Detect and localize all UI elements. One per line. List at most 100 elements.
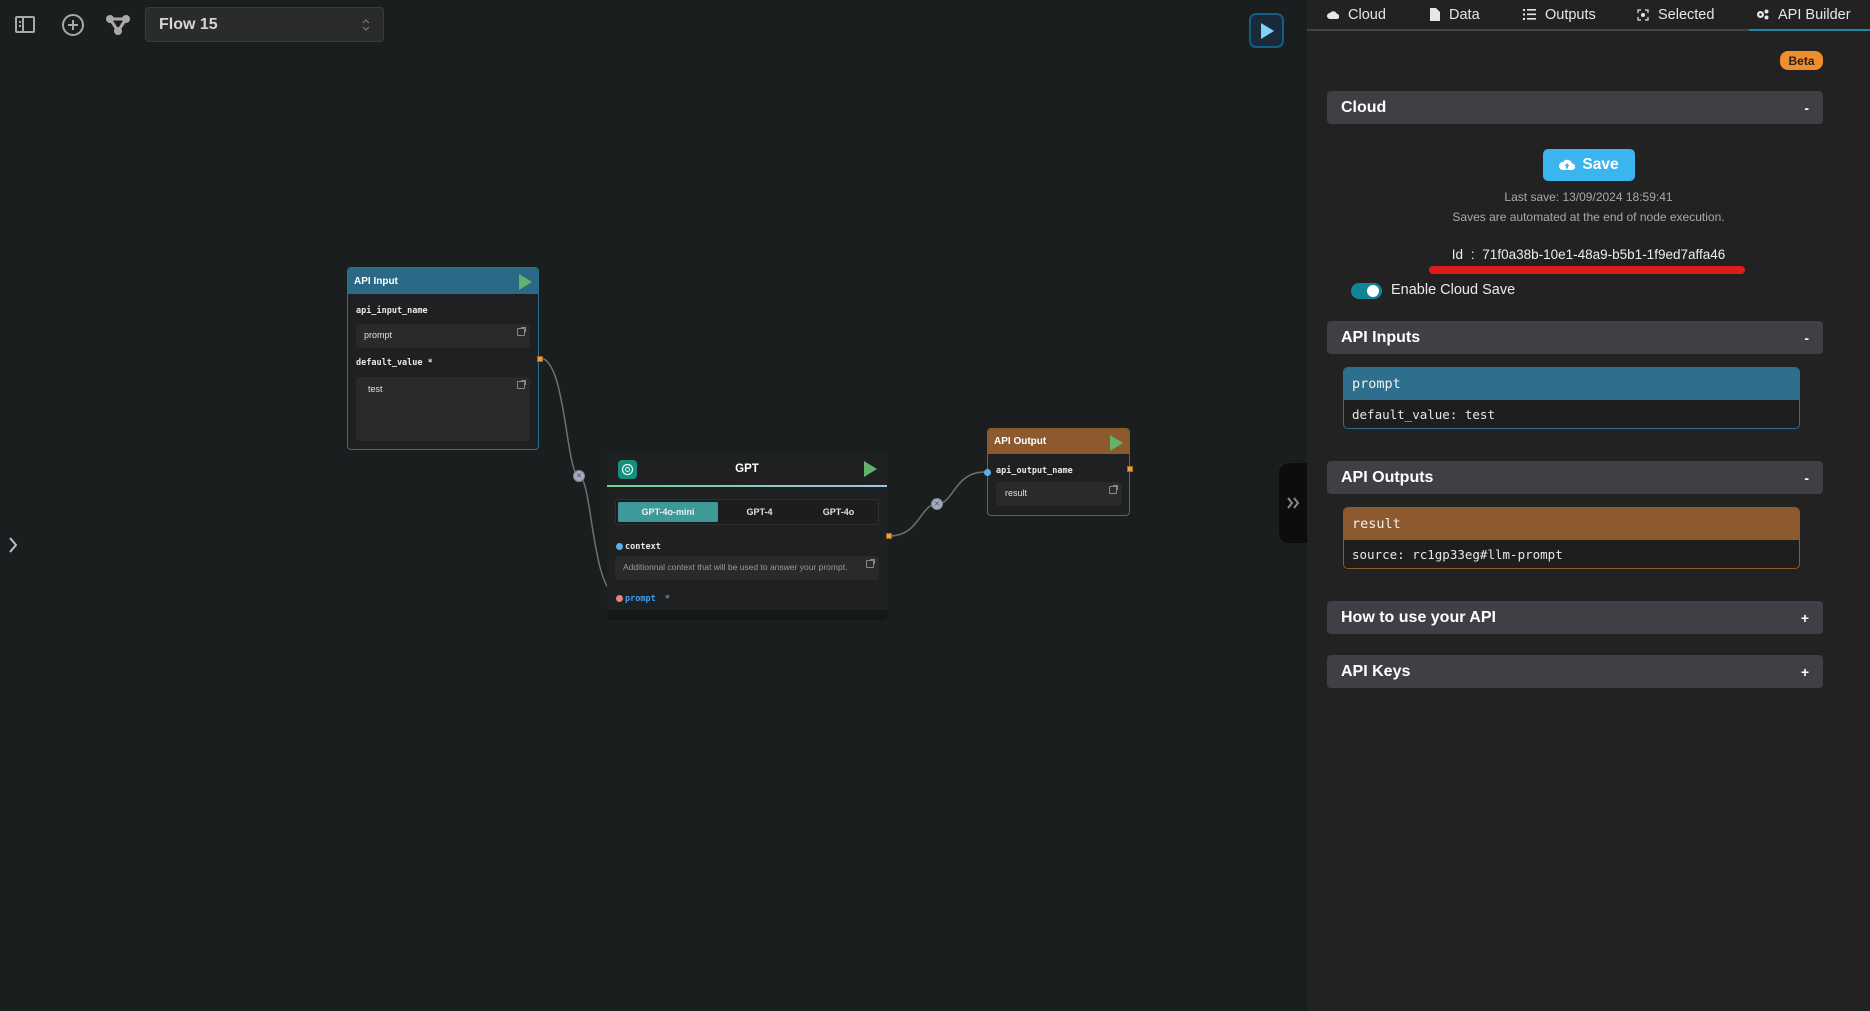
tab-selected[interactable]: Selected [1637, 0, 1714, 29]
section-title: API Inputs [1341, 328, 1421, 346]
play-icon [1260, 22, 1274, 39]
tab-api-builder[interactable]: API Builder [1749, 0, 1870, 31]
collapse-toggle[interactable]: - [1804, 470, 1809, 486]
model-tab-gpt-4o-mini[interactable]: GPT-4o-mini [618, 502, 718, 522]
tab-label: API Builder [1778, 6, 1851, 23]
tab-label: Cloud [1348, 6, 1386, 23]
api-output-node[interactable]: API Output api_output_name result [984, 428, 1133, 516]
section-api-keys-header[interactable]: API Keys + [1327, 655, 1823, 688]
cloud-upload-icon [1559, 159, 1576, 170]
node-header[interactable]: API Input [348, 268, 538, 294]
expand-toggle[interactable]: + [1801, 610, 1809, 626]
context-field[interactable]: Additionnal context that will be used to… [615, 556, 879, 580]
api-input-name: prompt [1344, 368, 1799, 400]
external-link-icon[interactable] [866, 559, 875, 568]
required-mark: * [664, 594, 670, 604]
external-link-icon[interactable] [517, 380, 526, 389]
api-output-card[interactable]: result source: rc1gp33eg#llm-prompt [1343, 507, 1800, 569]
prompt-input-handle[interactable] [616, 595, 623, 602]
field-label: context [625, 542, 661, 552]
chevron-up-down-icon [362, 19, 370, 31]
tab-label: Data [1449, 6, 1480, 23]
model-tabs: GPT-4o-mini GPT-4 GPT-4o [615, 499, 879, 525]
section-title: API Outputs [1341, 468, 1434, 486]
list-icon [1523, 9, 1536, 20]
panel-tabs: Cloud Data Outputs Selected API Builder [1307, 0, 1870, 31]
external-link-icon[interactable] [517, 327, 526, 336]
flow-id: Id : 71f0a38b-10e1-48a9-b5b1-1f9ed7affa4… [1307, 247, 1870, 262]
section-api-inputs-header[interactable]: API Inputs - [1327, 321, 1823, 354]
gpt-node[interactable]: GPT GPT-4o-mini GPT-4 GPT-4o context Add… [607, 453, 892, 620]
field-placeholder: Additionnal context that will be used to… [623, 562, 848, 572]
double-chevron-right-icon [1287, 497, 1300, 509]
section-cloud-header[interactable]: Cloud - [1327, 91, 1823, 124]
plus-circle-icon[interactable] [60, 12, 86, 38]
section-title: Cloud [1341, 98, 1387, 116]
model-tab-gpt-4o[interactable]: GPT-4o [799, 500, 878, 524]
node-header[interactable]: GPT [607, 453, 887, 487]
field-label: api_input_name [356, 306, 428, 316]
autosave-note: Saves are automated at the end of node e… [1452, 210, 1725, 224]
section-how-to-use-header[interactable]: How to use your API + [1327, 601, 1823, 634]
node-title: API Input [354, 275, 398, 287]
section-api-outputs-header[interactable]: API Outputs - [1327, 461, 1823, 494]
collapse-toggle[interactable]: - [1804, 100, 1809, 116]
cloud-upload-icon [1327, 10, 1339, 20]
field-value: result [1005, 488, 1028, 498]
share-graph-icon[interactable] [104, 12, 132, 38]
external-link-icon[interactable] [1109, 485, 1118, 494]
expand-toggle[interactable]: + [1801, 664, 1809, 680]
api-input-node[interactable]: API Input api_input_name prompt default_… [347, 267, 543, 450]
api-input-name-field[interactable]: prompt [356, 324, 530, 348]
save-button[interactable]: Save [1543, 149, 1635, 181]
id-label: Id [1451, 247, 1463, 262]
chevron-right-icon[interactable] [6, 535, 20, 555]
model-tab-gpt-4[interactable]: GPT-4 [720, 500, 799, 524]
node-footer [607, 610, 887, 620]
enable-cloud-save-toggle[interactable] [1351, 283, 1382, 299]
flow-canvas[interactable]: Flow 15 ✕ ✕ API Input api_input_name pro… [0, 0, 1307, 1011]
run-flow-button[interactable] [1249, 13, 1284, 48]
save-label: Save [1582, 156, 1619, 173]
input-handle[interactable] [984, 469, 991, 476]
tab-data[interactable]: Data [1430, 0, 1480, 29]
node-title: GPT [735, 463, 759, 475]
context-input-handle[interactable] [616, 543, 623, 550]
field-value: test [368, 384, 383, 394]
right-panel: Cloud Data Outputs Selected API Builder … [1307, 0, 1870, 1011]
tab-cloud[interactable]: Cloud [1327, 0, 1386, 29]
default-value-textarea[interactable]: test [356, 377, 530, 441]
output-handle[interactable] [537, 356, 543, 362]
collapse-panel-button[interactable] [1279, 463, 1307, 543]
node-title: API Output [994, 436, 1047, 447]
api-input-card[interactable]: prompt default_value: test [1343, 367, 1800, 429]
play-icon[interactable] [864, 461, 877, 477]
last-save-text: Last save: 13/09/2024 18:59:41 [1504, 190, 1673, 204]
field-label: default_value * [356, 358, 433, 368]
section-title: API Keys [1341, 662, 1411, 680]
api-output-name-field[interactable]: result [996, 482, 1122, 506]
flow-select[interactable]: Flow 15 [145, 7, 384, 42]
api-input-detail: default_value: test [1344, 400, 1799, 428]
flow-select-value: Flow 15 [159, 15, 218, 33]
prompt-label: prompt [625, 594, 656, 604]
play-icon[interactable] [1110, 435, 1123, 451]
id-value: 71f0a38b-10e1-48a9-b5b1-1f9ed7affa46 [1482, 247, 1726, 262]
section-title: How to use your API [1341, 608, 1496, 626]
gears-icon [1756, 9, 1769, 20]
openai-logo-icon [618, 460, 637, 479]
tab-outputs[interactable]: Outputs [1523, 0, 1596, 29]
field-value: prompt [364, 330, 393, 340]
file-icon [1430, 8, 1440, 21]
tab-label: Outputs [1545, 6, 1596, 23]
field-label: prompt * [625, 594, 670, 604]
edge-delete-button[interactable]: ✕ [573, 470, 585, 482]
output-handle[interactable] [886, 533, 892, 539]
id-separator: : [1470, 247, 1475, 262]
play-icon[interactable] [519, 274, 532, 290]
node-header[interactable]: API Output [988, 429, 1129, 454]
edge-delete-button[interactable]: ✕ [931, 498, 943, 510]
sidebar-panel-icon[interactable] [13, 13, 37, 35]
collapse-toggle[interactable]: - [1804, 330, 1809, 346]
output-handle[interactable] [1127, 466, 1133, 472]
